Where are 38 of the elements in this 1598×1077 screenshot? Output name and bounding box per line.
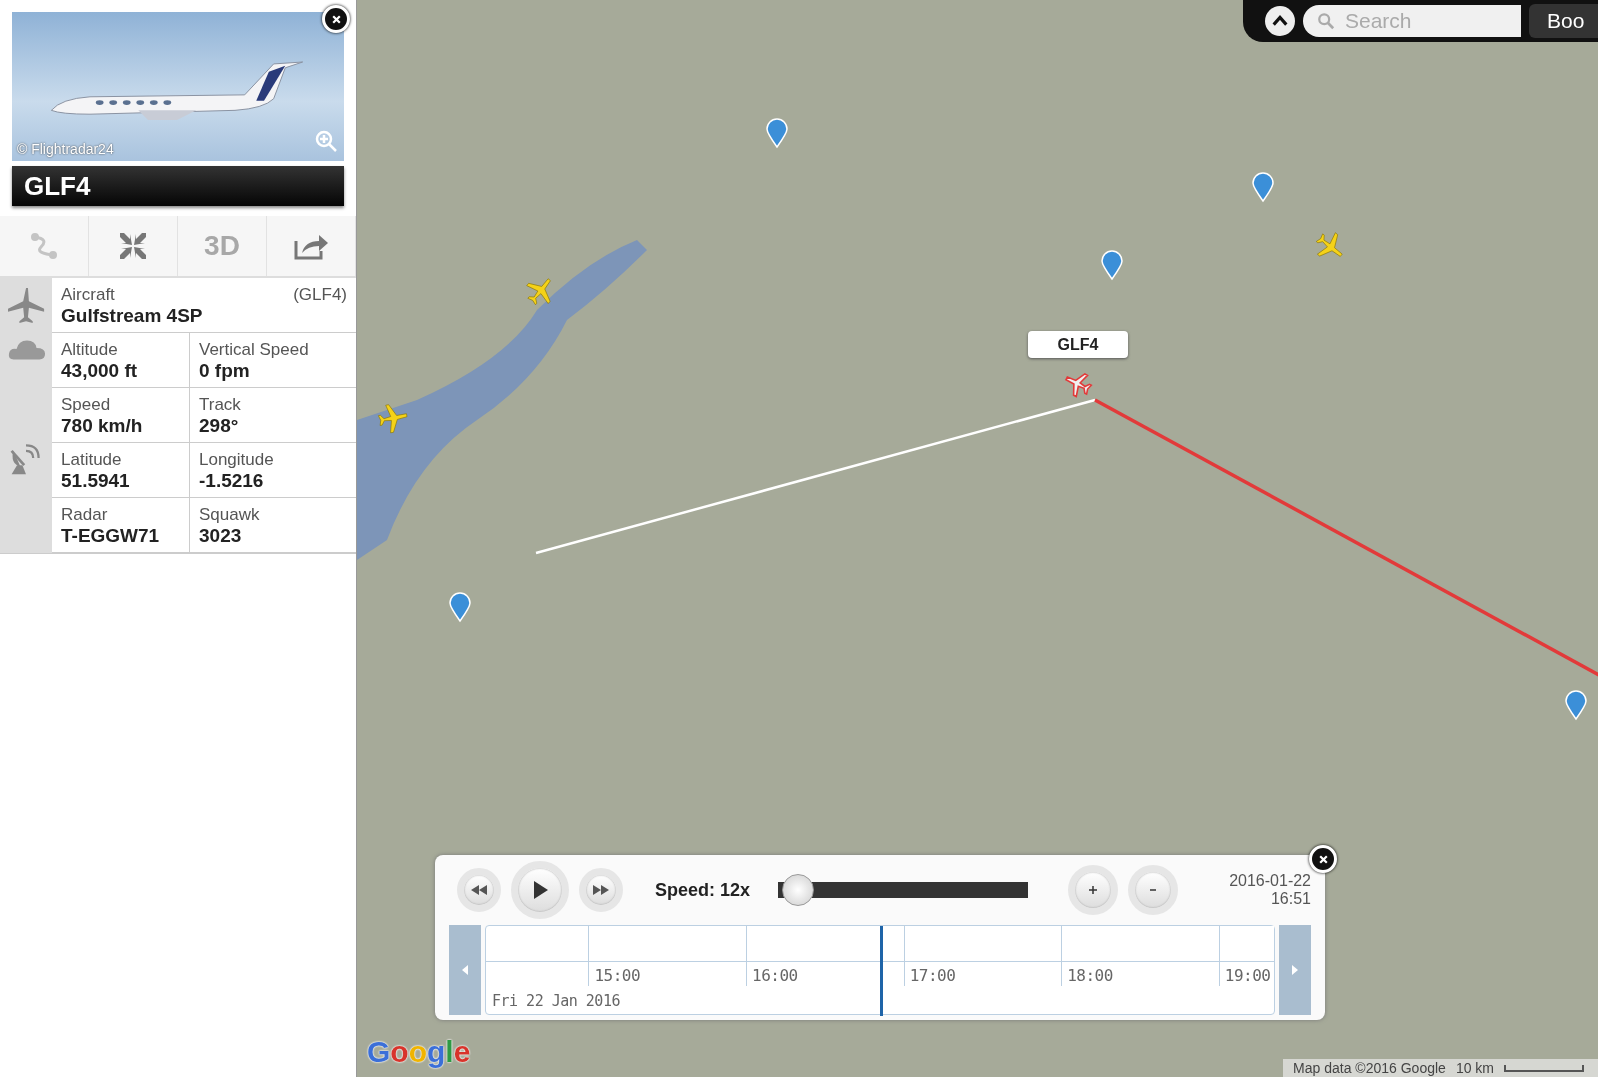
field-value: 3023 [199, 524, 243, 547]
tick-label: 17:00 [909, 966, 956, 985]
field-value: 780 km/h [61, 414, 144, 437]
field-label: Speed [61, 394, 112, 415]
playback-time: 16:51 [1270, 890, 1311, 908]
field-label: Radar [61, 504, 109, 525]
field-label: Aircraft [61, 284, 115, 305]
tick-label: 18:00 [1067, 966, 1113, 985]
field-value: 43,000 ft [61, 359, 139, 382]
field-value: -1.5216 [199, 469, 265, 492]
field-label: Latitude [61, 449, 123, 470]
tick-label: 19:00 [1224, 966, 1271, 985]
field-label: Vertical Speed [199, 339, 310, 360]
map-attribution: Map data ©2016 Google [1293, 1060, 1446, 1076]
playback-date: 2016-01-22 [1229, 872, 1311, 890]
map-background[interactable]: Search Boo GLF4 Google Map data ©2016 Google 10 km Speed: 12x 2016-01-22 16:51 15:00 16:00 17:00 18:00 19:00 Fri 22 Jan 2016 [357, 0, 1598, 1077]
field-value: 0 fpm [199, 359, 251, 382]
timeline-date: Fri 22 Jan 2016 [492, 992, 620, 1010]
field-value: T-EGGW71 [61, 524, 161, 547]
photo-credit: © Flightradar24 [17, 141, 114, 157]
tick-label: 16:00 [752, 966, 798, 985]
tick-label: 15:00 [594, 966, 641, 985]
timeline[interactable]: 15:00 16:00 17:00 18:00 19:00 Fri 22 Jan 2016 [485, 925, 1275, 1015]
flight-label[interactable]: GLF4 [1028, 331, 1128, 358]
search-field[interactable]: Search [1303, 5, 1521, 37]
menu-button[interactable]: Boo [1529, 4, 1598, 38]
scale-label: 10 km [1455, 1060, 1494, 1076]
field-label: Squawk [199, 504, 261, 525]
field-label: Longitude [199, 449, 275, 470]
field-value: 298° [199, 414, 240, 437]
google-logo: Google [367, 1035, 471, 1069]
field-value: 51.5941 [61, 469, 131, 492]
type-code: (GLF4) [293, 284, 347, 305]
callsign-title: GLF4 [12, 166, 344, 206]
field-value: Gulfstream 4SP [61, 304, 204, 327]
field-label: Altitude [61, 339, 119, 360]
field-label: Track [199, 394, 242, 415]
speed-label: Speed: 12x [655, 879, 751, 901]
